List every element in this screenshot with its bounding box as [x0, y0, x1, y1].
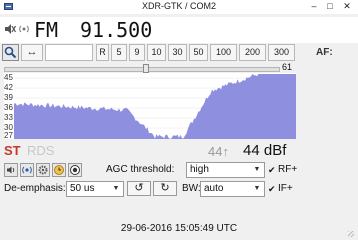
- deemphasis-label: De-emphasis:: [4, 183, 66, 194]
- slider-track[interactable]: [4, 67, 280, 72]
- close-button[interactable]: ✕: [341, 1, 353, 12]
- speaker-icon: [7, 166, 15, 174]
- step-button-300[interactable]: 300: [268, 44, 295, 61]
- step-button-r[interactable]: R: [96, 44, 109, 61]
- af-label: AF:: [316, 47, 333, 58]
- frequency-input[interactable]: [45, 44, 93, 61]
- window-title: XDR-GTK / COM2: [141, 1, 216, 11]
- rf-plus-label: RF+: [278, 164, 298, 175]
- speaker-muted-icon[interactable]: [4, 23, 16, 35]
- frequency-display: FM 91.500: [0, 17, 358, 43]
- y-tick-45: 45: [4, 73, 13, 82]
- rotate-cw-button[interactable]: ↻: [153, 181, 177, 196]
- y-tick-39: 39: [4, 93, 13, 102]
- signal-strength: 44 dBf: [243, 142, 287, 159]
- frequency-value[interactable]: 91.500: [80, 18, 152, 42]
- gear-icon: [38, 165, 48, 175]
- rds-signal-icon: [19, 25, 29, 33]
- settings-button[interactable]: [36, 163, 50, 177]
- title-bar: XDR-GTK / COM2 – □ ✕: [0, 0, 358, 14]
- y-tick-27: 27: [4, 131, 13, 140]
- if-plus-label: IF+: [278, 183, 293, 194]
- squelch-slider[interactable]: 61: [4, 62, 304, 73]
- step-button-10[interactable]: 10: [147, 44, 166, 61]
- deemphasis-value: 50 us: [70, 183, 95, 194]
- band-label: FM: [34, 18, 59, 42]
- status-datetime: 29-06-2016 15:05:49 UTC: [120, 223, 238, 234]
- step-button-9[interactable]: 9: [129, 44, 145, 61]
- step-button-100[interactable]: 100: [210, 44, 237, 61]
- bandwidth-value: auto: [204, 183, 224, 194]
- chevron-down-icon: ▼: [253, 185, 261, 192]
- stereo-indicator: ST: [4, 143, 21, 158]
- spectrum-area: [14, 74, 296, 139]
- rotate-cw-icon: ↻: [160, 182, 170, 194]
- antenna-button[interactable]: [20, 163, 34, 177]
- step-button-5[interactable]: 5: [111, 44, 127, 61]
- y-tick-36: 36: [4, 103, 13, 112]
- scheduler-button[interactable]: [52, 163, 66, 177]
- search-button[interactable]: [2, 44, 19, 61]
- minimize-button[interactable]: –: [308, 1, 320, 12]
- agc-threshold-label: AGC threshold:: [106, 164, 175, 175]
- rotate-ccw-icon: ↺: [134, 182, 144, 194]
- chevron-down-icon: ▼: [253, 166, 261, 173]
- spectrum-graph[interactable]: 45 42 39 36 33 30 27: [4, 73, 296, 140]
- rds-indicator: RDS: [27, 143, 55, 158]
- clock-icon: [54, 165, 64, 175]
- slider-value: 61: [282, 62, 293, 72]
- signal-peak: 44↑: [208, 144, 229, 159]
- antenna-icon: [22, 166, 32, 174]
- app-window: XDR-GTK / COM2 – □ ✕ FM 91.500 ↔ R 5 9 1…: [0, 0, 358, 240]
- bandwidth-label: BW:: [182, 183, 201, 194]
- chevron-down-icon: ▼: [112, 185, 120, 192]
- arrows-button[interactable]: ↔: [21, 44, 43, 61]
- y-tick-33: 33: [4, 113, 13, 122]
- search-icon: [4, 46, 17, 59]
- step-button-50[interactable]: 50: [189, 44, 208, 61]
- agc-threshold-select[interactable]: high ▼: [186, 162, 265, 178]
- step-button-200[interactable]: 200: [239, 44, 266, 61]
- y-tick-42: 42: [4, 83, 13, 92]
- bandwidth-select[interactable]: auto ▼: [200, 181, 265, 197]
- record-button[interactable]: [68, 163, 82, 177]
- tuning-toolbar: ↔ R 5 9 10 30 50 100 200 300 AF:: [0, 43, 358, 63]
- if-plus-checkbox[interactable]: ✔: [268, 185, 277, 194]
- rotate-ccw-button[interactable]: ↺: [127, 181, 151, 196]
- slider-thumb[interactable]: [143, 64, 149, 73]
- spectrum-fill: [14, 74, 296, 139]
- agc-threshold-value: high: [190, 164, 209, 175]
- record-icon: [70, 165, 80, 175]
- rf-plus-checkbox[interactable]: ✔: [268, 166, 277, 175]
- maximize-button[interactable]: □: [324, 1, 336, 12]
- resize-grip[interactable]: [348, 231, 354, 237]
- step-button-30[interactable]: 30: [168, 44, 187, 61]
- audio-settings-button[interactable]: [4, 163, 18, 177]
- deemphasis-select[interactable]: 50 us ▼: [66, 181, 124, 197]
